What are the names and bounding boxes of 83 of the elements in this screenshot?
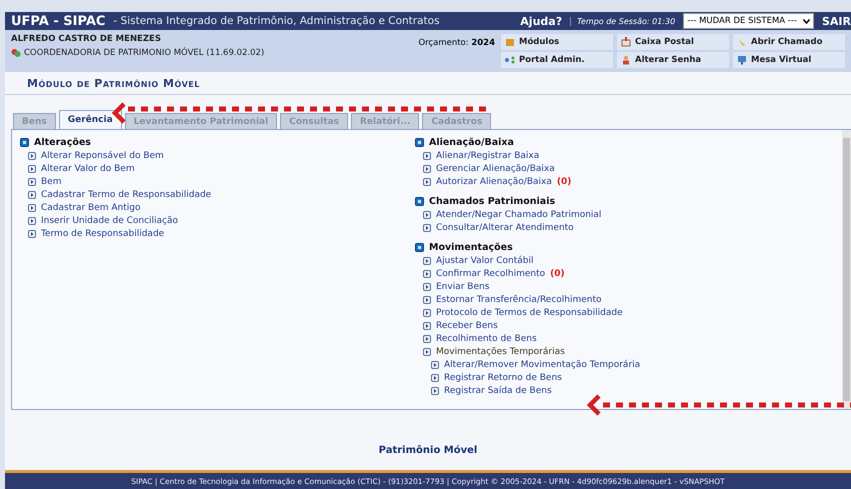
menu-link[interactable]: Estornar Transferência/Recolhimento [436, 294, 602, 304]
shortcut-button[interactable]: Alterar Senha [617, 52, 729, 68]
arrow-icon [423, 322, 431, 330]
chevron-down-icon [803, 18, 810, 24]
bullet-icon [20, 138, 29, 147]
arrow-icon [423, 296, 431, 304]
arrow-icon [423, 282, 431, 290]
arrow-icon [28, 216, 36, 224]
shortcut-button[interactable]: Mesa Virtual [733, 52, 845, 68]
menu-link[interactable]: Autorizar Alienação/Baixa [436, 176, 552, 186]
monitor-icon [737, 55, 747, 65]
pending-count: (0) [550, 268, 565, 278]
menu-link[interactable]: Recolhimento de Bens [436, 334, 537, 344]
session-timer: Tempo de Sessão: 01:30 [570, 16, 676, 26]
arrow-icon [423, 334, 431, 342]
budget-year: Orçamento: 2024 [418, 37, 495, 50]
footer-title: Patrimônio Móvel [378, 444, 478, 456]
horn-icon [737, 37, 747, 47]
help-link[interactable]: Ajuda? [520, 14, 562, 28]
section-heading: Alienação/Baixa [429, 137, 514, 148]
arrow-icon [28, 164, 36, 172]
shortcut-button[interactable]: Caixa Postal [617, 34, 729, 50]
menu-link[interactable]: Alienar/Registrar Baixa [436, 150, 540, 160]
menu-link[interactable]: Cadastrar Bem Antigo [41, 202, 140, 212]
user-unit: COORDENADORIA DE PATRIMONIO MÓVEL (11.69.02.02) [24, 48, 264, 58]
arrow-icon [431, 360, 439, 368]
arrow-icon [423, 164, 431, 172]
logout-link[interactable]: SAIR [822, 14, 851, 28]
menu-link[interactable]: Alterar Reponsável do Bem [41, 150, 164, 160]
menu-link[interactable]: Inserir Unidade de Conciliação [41, 216, 178, 226]
arrow-icon [423, 270, 431, 278]
people-icon [11, 48, 21, 58]
scrollbar[interactable] [842, 130, 851, 409]
menu-link[interactable]: Consultar/Alterar Atendimento [436, 222, 574, 232]
network-icon [505, 55, 515, 65]
arrow-icon [28, 178, 36, 186]
menu-link[interactable]: Termo de Responsabilidade [41, 228, 164, 238]
menu-link[interactable]: Alterar/Remover Movimentação Temporária [444, 360, 640, 370]
arrow-icon [28, 204, 36, 212]
menu-link[interactable]: Registrar Retorno de Bens [444, 372, 562, 382]
shortcut-button[interactable]: Portal Admin. [501, 52, 613, 68]
pending-count: (0) [556, 176, 572, 186]
menu-link[interactable]: Enviar Bens [436, 282, 490, 292]
menu-link[interactable]: Protocolo de Termos de Responsabilidade [436, 308, 623, 318]
system-subtitle: - Sistema Integrado de Patrimônio, Administração e Contratos [113, 15, 440, 27]
arrow-icon [423, 152, 431, 160]
arrow-icon [423, 348, 431, 356]
menu-link[interactable]: Bem [41, 176, 62, 186]
person-icon [621, 55, 631, 65]
arrow-icon [28, 190, 36, 198]
menu-link[interactable]: Alterar Valor do Bem [41, 164, 135, 174]
system-title: UFPA - SIPAC [11, 14, 106, 28]
menu-group[interactable]: Movimentações Temporárias [436, 346, 565, 356]
arrow-icon [423, 224, 431, 232]
user-name: ALFREDO CASTRO DE MENEZES [11, 34, 162, 44]
bullet-icon [415, 197, 424, 206]
section-heading: Movimentações [429, 242, 513, 253]
arrow-icon [431, 374, 439, 382]
shortcut-button[interactable]: Módulos [501, 34, 613, 50]
menu-link[interactable]: Gerenciar Alienação/Baixa [436, 164, 555, 174]
arrow-icon [28, 230, 36, 238]
arrow-icon [28, 152, 36, 160]
arrow-icon [423, 308, 431, 316]
mailbox-icon [621, 37, 631, 47]
menu-link[interactable]: Cadastrar Termo de Responsabilidade [41, 190, 212, 200]
section-heading: Chamados Patrimoniais [429, 196, 556, 207]
arrow-icon [423, 210, 431, 218]
module-title: Módulo de Patrimônio Móvel [27, 76, 200, 90]
bullet-icon [415, 243, 424, 252]
menu-link[interactable]: Atender/Negar Chamado Patrimonial [436, 210, 602, 220]
menu-link[interactable]: Registrar Saída de Bens [444, 386, 552, 396]
menu-link[interactable]: Ajustar Valor Contábil [436, 256, 534, 266]
box-icon [505, 37, 515, 47]
tab[interactable]: Gerência [58, 110, 122, 130]
shortcut-button[interactable]: Abrir Chamado [733, 34, 845, 50]
arrow-icon [423, 178, 431, 186]
arrow-icon [431, 386, 439, 394]
arrow-icon [423, 256, 431, 264]
bullet-icon [415, 138, 424, 147]
section-heading: Alterações [34, 137, 91, 148]
menu-link[interactable]: Receber Bens [436, 320, 498, 330]
system-select[interactable]: --- MUDAR DE SISTEMA --- [683, 13, 814, 29]
menu-link[interactable]: Confirmar Recolhimento [436, 268, 546, 278]
